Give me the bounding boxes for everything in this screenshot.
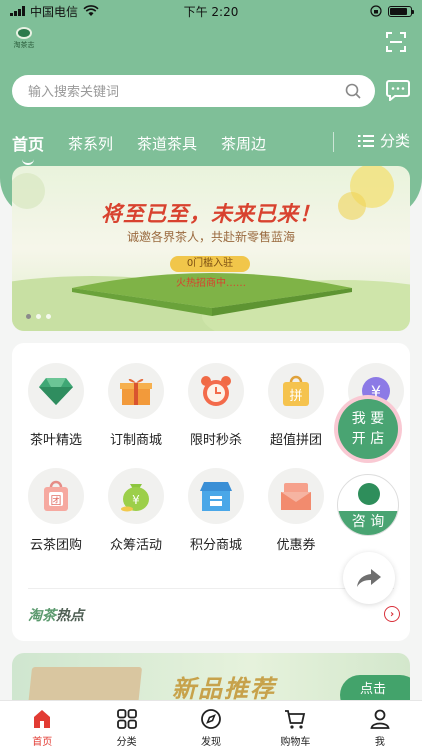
banner-hot-text: 火热招商中…… bbox=[176, 278, 246, 289]
grid-item-label: 众筹活动 bbox=[109, 538, 162, 553]
new-products-banner[interactable]: 新品推荐 点击 bbox=[12, 653, 410, 703]
message-icon[interactable] bbox=[386, 79, 410, 101]
scan-icon[interactable] bbox=[386, 32, 406, 52]
cart-icon bbox=[285, 710, 306, 729]
nav-label: 首页 bbox=[32, 737, 53, 748]
share-icon bbox=[357, 569, 381, 587]
banner-dot[interactable] bbox=[36, 314, 41, 319]
banner-badge: 0门槛入驻 bbox=[170, 256, 250, 272]
tea-box-image bbox=[27, 667, 143, 703]
grid-item-group-buy[interactable]: 拼 超值拼团 bbox=[256, 363, 336, 448]
svg-text:拼: 拼 bbox=[289, 389, 302, 404]
gift-icon bbox=[108, 363, 164, 419]
banner-illustration bbox=[12, 166, 410, 331]
chevron-right-icon[interactable]: › bbox=[384, 606, 400, 622]
hot-section-title[interactable]: 淘茶热点 bbox=[28, 605, 84, 625]
top-tabs: 首页 茶系列 茶道茶具 茶周边 分类 bbox=[12, 130, 410, 156]
tab-home[interactable]: 首页 bbox=[12, 131, 44, 155]
grid-item-coupon[interactable]: 优惠券 bbox=[256, 468, 336, 553]
logo-mark-icon bbox=[16, 27, 32, 39]
search-bar[interactable] bbox=[12, 75, 375, 107]
nav-me[interactable]: 我 bbox=[338, 701, 422, 750]
grid-item-flash-sale[interactable]: 限时秒杀 bbox=[176, 363, 256, 448]
carrier-name: 中国电信 bbox=[30, 4, 79, 19]
grid-item-cloud-group-buy[interactable]: 团 云茶团购 bbox=[16, 468, 96, 553]
svg-text:团: 团 bbox=[51, 494, 62, 507]
signal-icon bbox=[10, 6, 25, 16]
nav-label: 分类 bbox=[116, 737, 137, 748]
status-right bbox=[370, 5, 414, 17]
tab-tea-peripherals[interactable]: 茶周边 bbox=[221, 133, 266, 154]
nav-label: 发现 bbox=[201, 737, 222, 748]
search-input[interactable] bbox=[28, 83, 345, 99]
battery-icon bbox=[388, 5, 414, 17]
status-bar: 中国电信 下午 2:20 bbox=[0, 0, 422, 22]
nav-cart[interactable]: 购物车 bbox=[253, 701, 337, 750]
grid-item-label: 超值拼团 bbox=[269, 433, 322, 448]
group-bag-icon: 团 bbox=[28, 468, 84, 524]
promo-title: 新品推荐 bbox=[172, 675, 276, 703]
banner-dot[interactable] bbox=[46, 314, 51, 319]
promo-banner[interactable]: 将至已至，未来已来！ 诚邀各界茶人，共赴新零售蓝海 0门槛入驻 火热招商中…… bbox=[12, 166, 410, 331]
grid-item-label: 云茶团购 bbox=[29, 538, 82, 553]
category-label: 分类 bbox=[379, 132, 410, 150]
status-left: 中国电信 bbox=[10, 3, 99, 20]
bottom-nav: 首页 分类 发现 购物车 我 bbox=[0, 700, 422, 750]
search-icon[interactable] bbox=[345, 83, 361, 99]
compass-icon bbox=[201, 709, 221, 729]
home-icon bbox=[34, 710, 51, 728]
hot-title-green: 淘茶 bbox=[28, 608, 56, 624]
grid-item-label: 积分商城 bbox=[189, 538, 242, 553]
user-icon bbox=[370, 709, 390, 729]
tab-tea-ware[interactable]: 茶道茶具 bbox=[137, 133, 197, 154]
customer-service-icon bbox=[358, 483, 380, 505]
promo-click-button[interactable]: 点击 bbox=[340, 675, 410, 703]
banner-title: 将至已至，未来已来！ bbox=[101, 202, 321, 226]
grid-item-label: 茶叶精选 bbox=[29, 433, 82, 448]
grid-item-points-mall[interactable]: 积分商城 bbox=[176, 468, 256, 553]
banner-pagination bbox=[26, 314, 51, 319]
grid-item-tea-selection[interactable]: 茶叶精选 bbox=[16, 363, 96, 448]
logo-text: 淘茶志 bbox=[13, 41, 35, 49]
diamond-icon bbox=[28, 363, 84, 419]
rotation-lock-icon bbox=[370, 5, 382, 17]
nav-label: 我 bbox=[374, 737, 385, 748]
money-bag-icon: ¥ bbox=[108, 468, 164, 524]
section-divider bbox=[28, 588, 394, 589]
wifi-icon bbox=[83, 5, 99, 16]
category-button[interactable]: 分类 bbox=[357, 130, 410, 151]
alarm-clock-icon bbox=[188, 363, 244, 419]
open-store-line2: 开 店 bbox=[351, 431, 385, 447]
open-store-button[interactable]: 我 要 开 店 bbox=[334, 395, 402, 463]
shopping-bag-icon: 拼 bbox=[268, 363, 324, 419]
grid-item-crowdfunding[interactable]: ¥ 众筹活动 bbox=[96, 468, 176, 553]
consult-label: 咨 询 bbox=[338, 511, 398, 535]
grid-item-label: 优惠券 bbox=[276, 538, 316, 553]
store-icon bbox=[188, 468, 244, 524]
nav-category[interactable]: 分类 bbox=[84, 701, 168, 750]
tab-tea-series[interactable]: 茶系列 bbox=[68, 133, 113, 154]
list-icon bbox=[357, 134, 374, 147]
banner-subtitle: 诚邀各界茶人，共赴新零售蓝海 bbox=[126, 230, 295, 244]
share-button[interactable] bbox=[343, 552, 395, 604]
nav-label: 购物车 bbox=[280, 737, 311, 748]
svg-text:¥: ¥ bbox=[132, 493, 140, 507]
consult-button[interactable]: 咨 询 bbox=[337, 474, 399, 536]
hot-title-dark: 热点 bbox=[56, 608, 84, 624]
grid-item-label: 订制商城 bbox=[109, 433, 162, 448]
grid-item-custom-mall[interactable]: 订制商城 bbox=[96, 363, 176, 448]
banner-dot[interactable] bbox=[26, 314, 31, 319]
nav-home[interactable]: 首页 bbox=[0, 701, 84, 750]
nav-discover[interactable]: 发现 bbox=[169, 701, 253, 750]
app-logo: 淘茶志 bbox=[10, 27, 38, 53]
open-store-line1: 我 要 bbox=[351, 411, 385, 427]
grid-icon bbox=[116, 709, 137, 729]
tab-separator bbox=[333, 132, 334, 152]
grid-item-label: 限时秒杀 bbox=[189, 433, 242, 448]
coupon-icon bbox=[268, 468, 324, 524]
